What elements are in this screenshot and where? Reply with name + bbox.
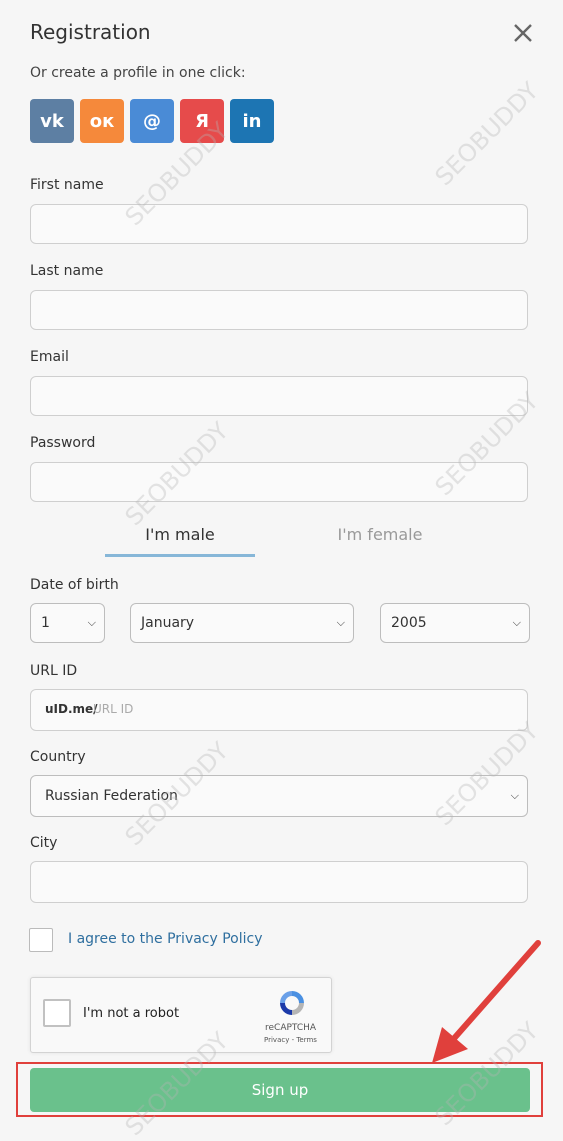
page-title: Registration	[30, 20, 151, 44]
yandex-icon: Я	[195, 110, 209, 132]
vk-icon: vk	[40, 110, 64, 132]
gender-male-tab[interactable]: I'm male	[105, 525, 255, 544]
url-id-label: URL ID	[30, 663, 78, 679]
country-label: Country	[30, 749, 86, 765]
dob-year-value: 2005	[391, 615, 427, 631]
mail-ru-icon: @	[143, 110, 161, 132]
first-name-label: First name	[30, 177, 104, 193]
first-name-field[interactable]	[30, 204, 528, 244]
chevron-down-icon: ⌵	[87, 616, 96, 629]
dob-day-value: 1	[41, 615, 50, 631]
city-field[interactable]	[30, 861, 528, 903]
dob-month-select[interactable]: January ⌵	[130, 603, 354, 643]
dob-label: Date of birth	[30, 577, 119, 593]
privacy-checkbox[interactable]	[29, 928, 53, 952]
close-icon[interactable]	[512, 22, 534, 44]
last-name-label: Last name	[30, 263, 104, 279]
password-field[interactable]	[30, 462, 528, 502]
annotation-highlight-box	[16, 1062, 543, 1117]
watermark: SEOBUDDY	[429, 76, 544, 192]
dob-year-select[interactable]: 2005 ⌵	[380, 603, 530, 643]
recaptcha-widget: I'm not a robot reCAPTCHA Privacy - Term…	[30, 977, 332, 1053]
last-name-field[interactable]	[30, 290, 528, 330]
vk-button[interactable]: vk	[30, 99, 74, 143]
privacy-policy-link[interactable]: I agree to the Privacy Policy	[68, 931, 263, 947]
recaptcha-checkbox[interactable]	[43, 999, 71, 1027]
url-id-placeholder: URL ID	[93, 702, 134, 716]
password-label: Password	[30, 435, 96, 451]
url-prefix: uID.me/	[45, 702, 98, 716]
odnoklassniki-button[interactable]: ок	[80, 99, 124, 143]
recaptcha-label: I'm not a robot	[83, 1006, 180, 1021]
dob-day-select[interactable]: 1 ⌵	[30, 603, 105, 643]
chevron-down-icon: ⌵	[512, 616, 521, 629]
recaptcha-links: Privacy - Terms	[264, 1036, 317, 1044]
country-select[interactable]: Russian Federation ⌵	[30, 775, 528, 817]
odnoklassniki-icon: ок	[89, 110, 115, 132]
gender-selected-indicator	[105, 554, 255, 557]
yandex-button[interactable]: Я	[180, 99, 224, 143]
annotation-arrow-icon	[432, 940, 541, 1063]
recaptcha-icon	[280, 991, 304, 1015]
url-id-field[interactable]: uID.me/ URL ID	[30, 689, 528, 731]
chevron-down-icon: ⌵	[510, 789, 519, 802]
country-value: Russian Federation	[45, 788, 178, 804]
recaptcha-brand: reCAPTCHA	[265, 1023, 317, 1033]
social-buttons: vk ок @ Я in	[30, 99, 274, 143]
gender-female-tab[interactable]: I'm female	[305, 525, 455, 544]
chevron-down-icon: ⌵	[336, 616, 345, 629]
email-label: Email	[30, 349, 69, 365]
linkedin-button[interactable]: in	[230, 99, 274, 143]
linkedin-icon: in	[242, 110, 262, 132]
city-label: City	[30, 835, 58, 851]
email-field[interactable]	[30, 376, 528, 416]
dob-month-value: January	[141, 615, 195, 631]
social-subtitle: Or create a profile in one click:	[30, 65, 246, 81]
mail-ru-button[interactable]: @	[130, 99, 174, 143]
